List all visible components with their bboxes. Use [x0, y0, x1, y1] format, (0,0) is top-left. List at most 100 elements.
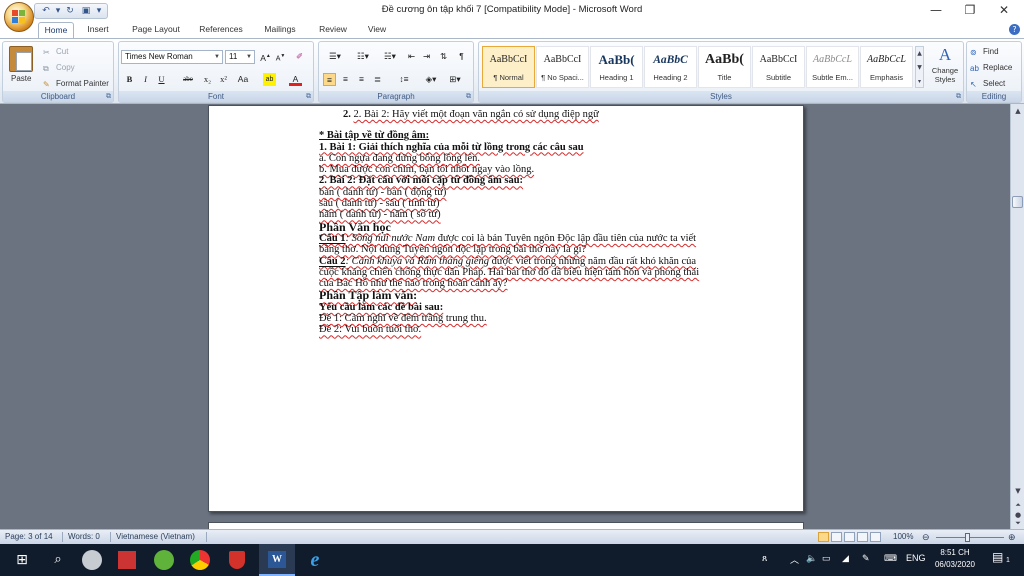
- full-screen-reading-icon[interactable]: [831, 532, 842, 542]
- close-button[interactable]: ✕: [984, 0, 1024, 22]
- zoom-out-icon[interactable]: ⊖: [922, 532, 930, 543]
- document-page[interactable]: 2. 2. Bài 2: Hãy viết một đoạn văn ngắn …: [208, 105, 804, 512]
- tab-insert[interactable]: Insert: [80, 22, 116, 38]
- change-styles-button[interactable]: A Change Styles: [927, 44, 963, 90]
- draft-icon[interactable]: [870, 532, 881, 542]
- font-launcher-icon[interactable]: ⧉: [306, 92, 311, 101]
- paragraph-launcher-icon[interactable]: ⧉: [466, 92, 471, 101]
- align-right-icon[interactable]: ≡: [355, 73, 368, 86]
- gadget-icon[interactable]: [154, 550, 174, 570]
- tab-references[interactable]: References: [194, 22, 248, 38]
- superscript-button[interactable]: x²: [217, 73, 230, 86]
- print-layout-icon[interactable]: [818, 532, 829, 542]
- tab-review[interactable]: Review: [312, 22, 354, 38]
- shield-app-icon[interactable]: [82, 550, 102, 570]
- styles-launcher-icon[interactable]: ⧉: [956, 92, 961, 101]
- windows-start-icon[interactable]: ⊞: [10, 548, 34, 572]
- justify-icon[interactable]: ≣: [371, 73, 384, 86]
- document-body[interactable]: 2. 2. Bài 2: Hãy viết một đoạn văn ngắn …: [319, 106, 769, 336]
- style-subtle-emphasis[interactable]: AaBbCcL Subtle Em...: [806, 46, 859, 88]
- shrink-font-icon[interactable]: A▼: [274, 50, 287, 63]
- style-subtitle[interactable]: AaBbCcI Subtitle: [752, 46, 805, 88]
- copy-button[interactable]: ⧉ Copy: [43, 61, 75, 75]
- select-button[interactable]: ↖ Select: [970, 77, 1005, 91]
- highlight-icon[interactable]: ab: [263, 73, 276, 86]
- bullets-icon[interactable]: ☰▾: [323, 50, 347, 63]
- cut-button[interactable]: ✂ Cut: [43, 45, 68, 59]
- grow-font-icon[interactable]: A▲: [259, 50, 272, 63]
- previous-page-icon[interactable]: ⏶: [1013, 500, 1023, 510]
- scroll-up-arrow-icon[interactable]: ▲: [1013, 106, 1023, 116]
- page-count[interactable]: Page: 3 of 14: [5, 532, 53, 541]
- network-icon[interactable]: ◢: [842, 553, 849, 564]
- scroll-down-arrow-icon[interactable]: ▼: [1013, 486, 1023, 496]
- antivirus-icon[interactable]: [229, 551, 245, 569]
- format-painter-button[interactable]: ✎ Format Painter: [43, 77, 109, 91]
- scroll-thumb[interactable]: [1012, 196, 1023, 208]
- tab-home[interactable]: Home: [38, 22, 74, 38]
- font-color-icon[interactable]: A: [289, 73, 302, 86]
- keyboard-icon[interactable]: ⌨: [884, 553, 897, 564]
- clock[interactable]: 8:51 CH 06/03/2020: [930, 547, 980, 571]
- increase-indent-icon[interactable]: ⇥: [420, 50, 433, 63]
- office-button[interactable]: [4, 2, 34, 32]
- style-title[interactable]: AaBb( Title: [698, 46, 751, 88]
- vertical-scrollbar[interactable]: ▲ ▼ ⏶ ● ⏷: [1010, 104, 1024, 529]
- replace-button[interactable]: ab Replace: [970, 61, 1012, 75]
- bold-button[interactable]: B: [123, 73, 136, 86]
- help-icon[interactable]: ?: [1009, 24, 1020, 35]
- decrease-indent-icon[interactable]: ⇤: [405, 50, 418, 63]
- style-heading-2[interactable]: AaBbC Heading 2: [644, 46, 697, 88]
- input-language[interactable]: ENG: [906, 553, 926, 563]
- next-page-icon[interactable]: ⏷: [1013, 518, 1023, 528]
- change-case-button[interactable]: Aa: [235, 73, 251, 86]
- outline-icon[interactable]: [857, 532, 868, 542]
- web-layout-icon[interactable]: [844, 532, 855, 542]
- search-icon[interactable]: ⌕: [46, 548, 70, 572]
- italic-button[interactable]: I: [139, 73, 152, 86]
- sort-icon[interactable]: ⇅: [437, 50, 450, 63]
- show-marks-icon[interactable]: ¶: [455, 50, 468, 63]
- style-heading-1[interactable]: AaBb( Heading 1: [590, 46, 643, 88]
- app-icon[interactable]: [118, 551, 136, 569]
- line-spacing-icon[interactable]: ↕≡: [393, 73, 415, 86]
- borders-icon[interactable]: ⊞▾: [445, 73, 465, 86]
- style-emphasis[interactable]: AaBbCcL Emphasis: [860, 46, 913, 88]
- underline-button[interactable]: U: [155, 73, 168, 86]
- chrome-icon[interactable]: [190, 550, 210, 570]
- people-icon[interactable]: ጸ: [762, 553, 767, 564]
- show-hidden-icons-icon[interactable]: ︿: [790, 553, 799, 566]
- zoom-slider-track[interactable]: [936, 537, 1004, 538]
- volume-icon[interactable]: 🔈: [806, 553, 817, 564]
- word-taskbar-active[interactable]: W: [259, 544, 295, 576]
- numbering-icon[interactable]: ☷▾: [351, 50, 375, 63]
- font-size-combo[interactable]: 11 ▼: [225, 50, 255, 64]
- tab-mailings[interactable]: Mailings: [257, 22, 303, 38]
- notification-icon[interactable]: ▤: [992, 550, 1003, 564]
- word-count[interactable]: Words: 0: [68, 532, 100, 541]
- zoom-slider-thumb[interactable]: [965, 533, 970, 542]
- zoom-in-icon[interactable]: ⊕: [1008, 532, 1016, 543]
- clipboard-launcher-icon[interactable]: ⧉: [106, 92, 111, 101]
- shading-icon[interactable]: ◈▾: [421, 73, 441, 86]
- styles-scroll[interactable]: ▲ ▼ ▾: [915, 46, 924, 88]
- align-left-icon[interactable]: ≡: [323, 73, 336, 86]
- subscript-button[interactable]: x₂: [201, 73, 214, 86]
- tab-page-layout[interactable]: Page Layout: [126, 22, 186, 38]
- battery-icon[interactable]: ▭: [822, 553, 831, 564]
- pen-icon[interactable]: ✎: [862, 553, 870, 564]
- style-no-spacing[interactable]: AaBbCcI ¶ No Spaci...: [536, 46, 589, 88]
- multilevel-list-icon[interactable]: ☵▾: [379, 50, 401, 63]
- strikethrough-button[interactable]: abe: [179, 73, 197, 86]
- language-indicator[interactable]: Vietnamese (Vietnam): [116, 532, 195, 541]
- style-normal[interactable]: AaBbCcI ¶ Normal: [482, 46, 535, 88]
- align-center-icon[interactable]: ≡: [339, 73, 352, 86]
- zoom-level[interactable]: 100%: [893, 532, 913, 541]
- tab-view[interactable]: View: [362, 22, 392, 38]
- font-name-combo[interactable]: Times New Roman ▼: [121, 50, 223, 64]
- paste-icon[interactable]: [9, 46, 33, 72]
- find-button[interactable]: ⊚ Find: [970, 45, 999, 59]
- internet-explorer-icon[interactable]: e: [303, 548, 327, 572]
- paste-button[interactable]: Paste: [11, 72, 31, 86]
- clear-formatting-icon[interactable]: ✐: [293, 50, 306, 63]
